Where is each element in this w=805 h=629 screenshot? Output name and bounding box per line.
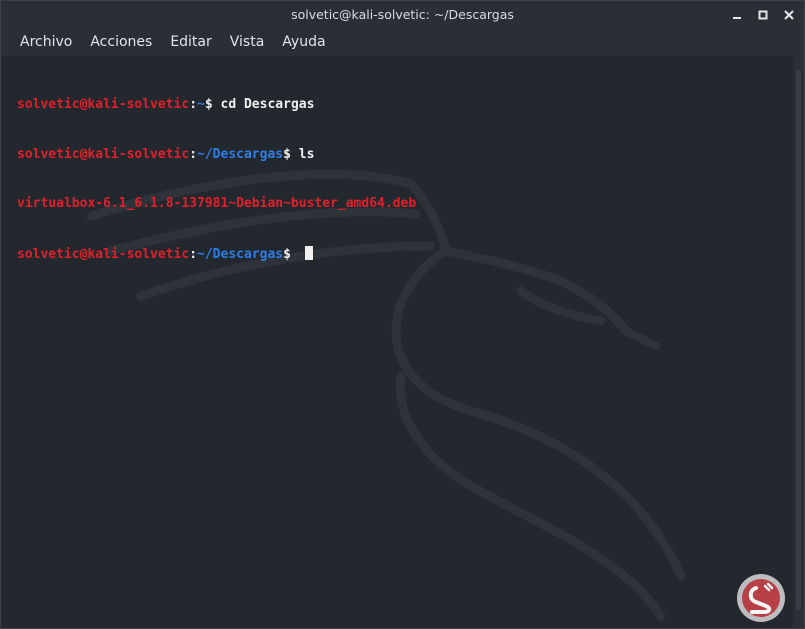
minimize-icon[interactable] (730, 8, 744, 22)
menu-acciones[interactable]: Acciones (81, 28, 161, 56)
terminal-output: solvetic@kali-solvetic:~$ cd Descargas s… (17, 64, 416, 296)
window-controls (730, 1, 796, 28)
terminal-line: solvetic@kali-solvetic:~$ cd Descargas (17, 97, 416, 114)
prompt-separator: : (189, 146, 198, 162)
prompt-symbol: $ (283, 246, 299, 262)
watermark-logo-icon (737, 574, 785, 622)
vertical-scrollbar[interactable] (793, 56, 804, 628)
prompt-path: ~/Descargas (197, 246, 284, 262)
terminal-line: solvetic@kali-solvetic:~/Descargas$ (17, 245, 416, 264)
command-text: ls (298, 146, 315, 162)
menu-ayuda[interactable]: Ayuda (273, 28, 334, 56)
text-cursor (304, 245, 313, 260)
terminal-line: solvetic@kali-solvetic:~/Descargas$ ls (17, 147, 416, 164)
maximize-icon[interactable] (756, 8, 770, 22)
menu-editar[interactable]: Editar (161, 28, 220, 56)
close-icon[interactable] (782, 8, 796, 22)
title-bar[interactable]: solvetic@kali-solvetic: ~/Descargas (1, 1, 804, 28)
terminal-window: solvetic@kali-solvetic: ~/Descargas Arch… (0, 0, 805, 629)
command-text: cd Descargas (220, 97, 315, 112)
terminal-area[interactable]: solvetic@kali-solvetic:~$ cd Descargas s… (1, 56, 793, 628)
prompt-symbol: $ (204, 97, 221, 112)
prompt-separator: : (189, 246, 198, 262)
prompt-symbol: $ (283, 146, 299, 162)
prompt-user: solvetic@kali-solvetic (17, 246, 190, 262)
prompt-separator: : (189, 97, 198, 112)
prompt-user: solvetic@kali-solvetic (17, 146, 190, 162)
window-title: solvetic@kali-solvetic: ~/Descargas (291, 7, 514, 22)
file-listing: virtualbox-6.1_6.1.8-137981~Debian~buste… (17, 196, 417, 211)
prompt-path: ~/Descargas (197, 146, 284, 162)
scrollbar-thumb[interactable] (796, 70, 801, 610)
prompt-user: solvetic@kali-solvetic (17, 97, 190, 112)
terminal-line: virtualbox-6.1_6.1.8-137981~Debian~buste… (17, 196, 416, 213)
menu-archivo[interactable]: Archivo (11, 28, 81, 56)
prompt-path: ~ (197, 97, 205, 112)
menu-vista[interactable]: Vista (221, 28, 274, 56)
menu-bar: Archivo Acciones Editar Vista Ayuda (1, 28, 804, 56)
